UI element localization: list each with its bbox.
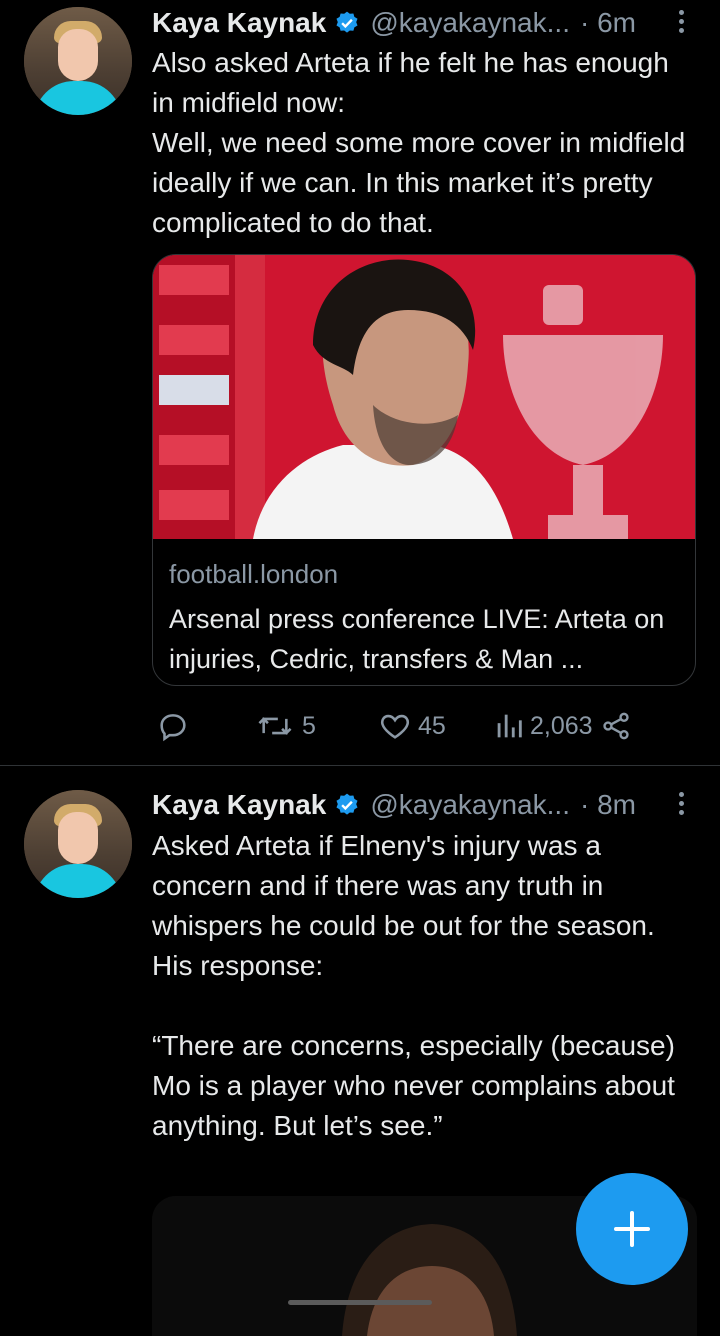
timestamp[interactable]: · 8m xyxy=(580,789,636,821)
views-button[interactable]: 2,063 xyxy=(492,706,593,746)
timestamp[interactable]: · 6m xyxy=(580,7,636,39)
tweet-header: Kaya Kaynak @kayakaynak... · 6m xyxy=(152,3,636,43)
home-indicator[interactable] xyxy=(288,1300,432,1305)
reply-icon xyxy=(160,714,186,742)
like-icon xyxy=(380,714,410,739)
tweet-text: Asked Arteta if Elneny's injury was a co… xyxy=(152,830,675,1141)
compose-button[interactable] xyxy=(576,1173,688,1285)
tweet-header: Kaya Kaynak @kayakaynak... · 8m xyxy=(152,785,636,825)
avatar[interactable] xyxy=(24,7,132,115)
share-icon xyxy=(603,712,629,740)
card-image xyxy=(153,255,695,539)
views-count: 2,063 xyxy=(530,711,593,740)
card-domain: football.london xyxy=(169,559,339,589)
author-name[interactable]: Kaya Kaynak xyxy=(152,7,326,39)
link-card[interactable]: football.london Arsenal press conference… xyxy=(152,254,696,686)
more-icon[interactable] xyxy=(676,10,686,33)
tweet-divider xyxy=(0,765,720,766)
retweet-button[interactable]: 5 xyxy=(256,706,316,746)
avatar[interactable] xyxy=(24,790,132,898)
author-handle[interactable]: @kayakaynak... xyxy=(370,789,570,821)
tweet-actions: 5 45 2,063 xyxy=(152,706,712,746)
compose-plus-icon xyxy=(614,1211,650,1247)
like-count: 45 xyxy=(418,711,446,740)
retweet-count: 5 xyxy=(302,711,316,740)
reply-button[interactable] xyxy=(156,706,190,746)
share-button[interactable] xyxy=(600,706,632,746)
author-name[interactable]: Kaya Kaynak xyxy=(152,789,326,821)
verified-badge-icon xyxy=(336,11,358,33)
views-icon xyxy=(497,714,522,738)
like-button[interactable]: 45 xyxy=(378,706,446,746)
card-title: Arsenal press conference LIVE: Arteta on… xyxy=(169,604,665,674)
verified-badge-icon xyxy=(336,793,358,815)
tweet-text: Also asked Arteta if he felt he has enou… xyxy=(152,47,686,238)
author-handle[interactable]: @kayakaynak... xyxy=(370,7,570,39)
more-icon[interactable] xyxy=(676,792,686,815)
retweet-icon xyxy=(258,717,292,735)
